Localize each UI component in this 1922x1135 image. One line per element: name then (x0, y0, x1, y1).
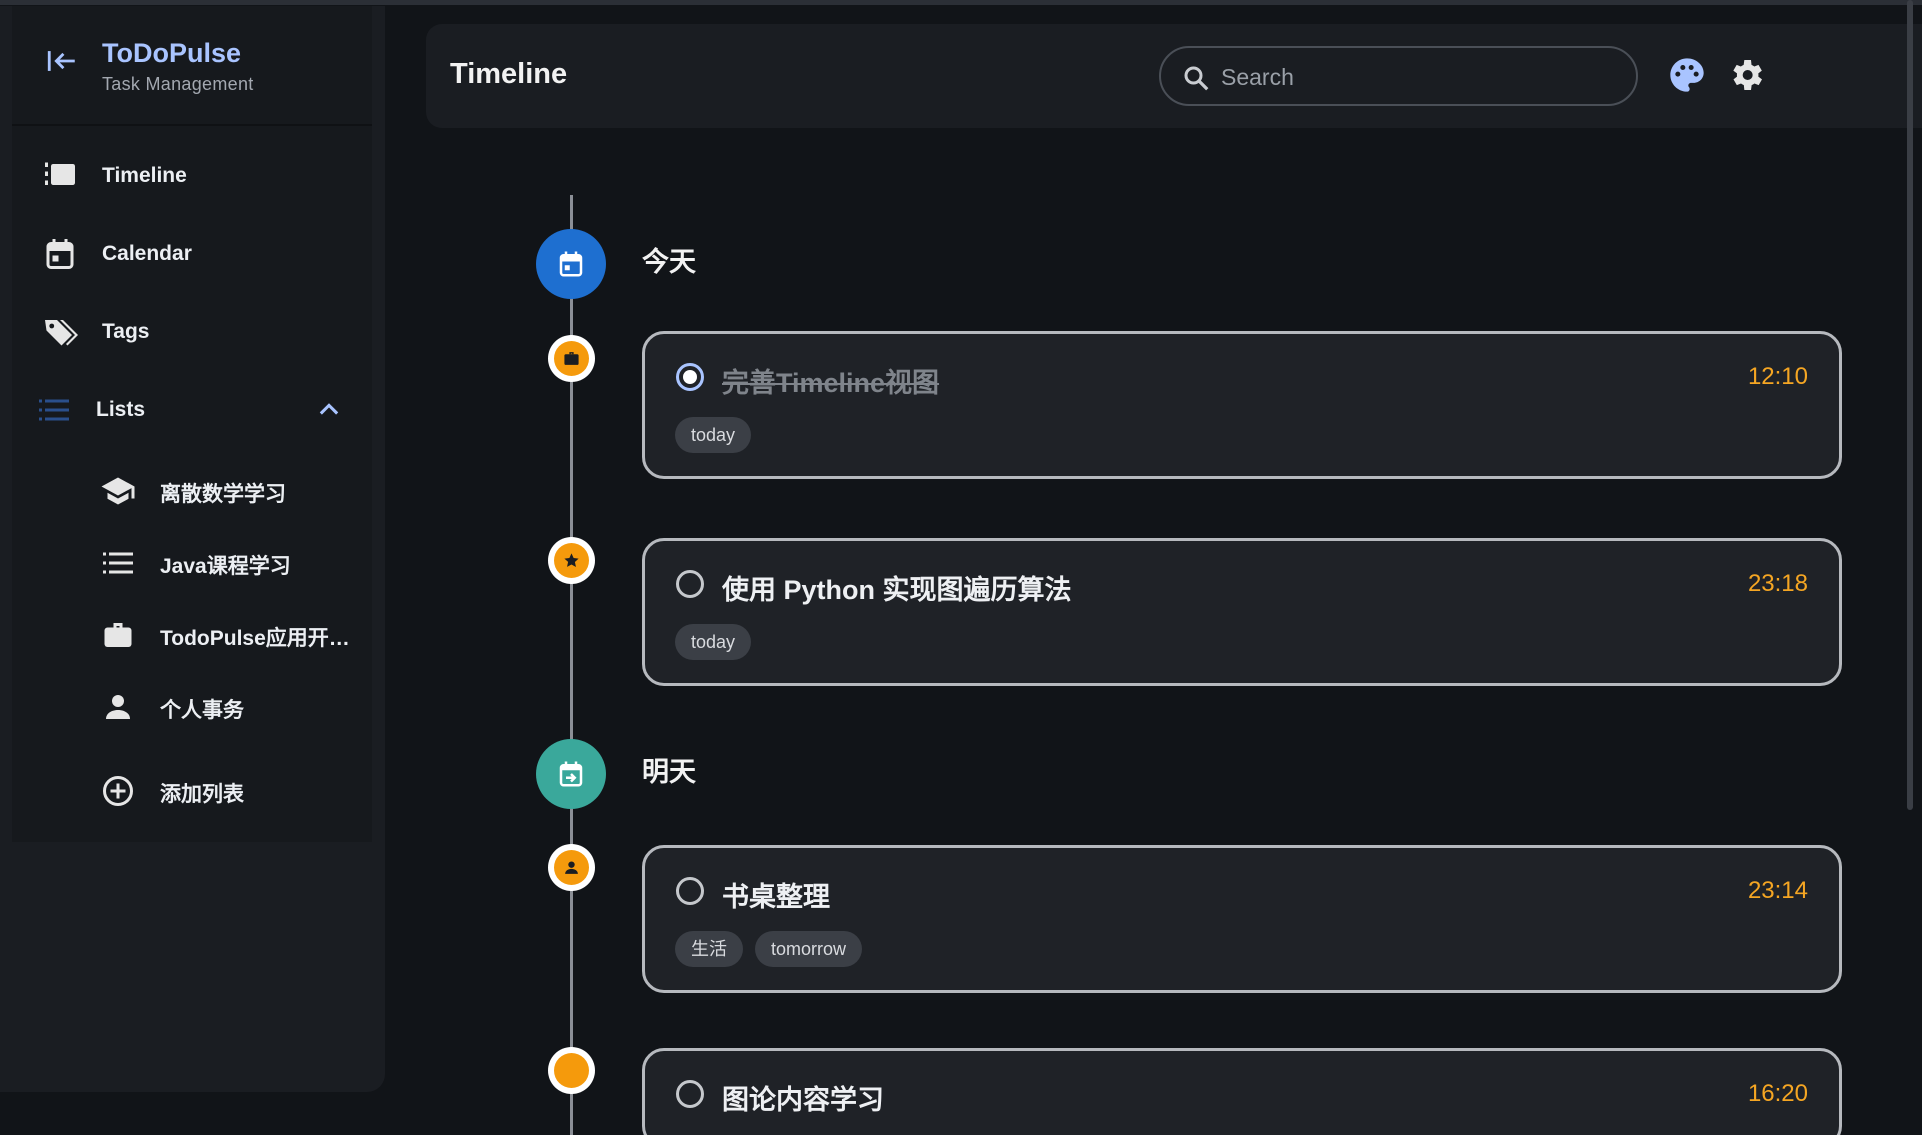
task-time: 23:18 (1747, 570, 1808, 597)
list-label: Java课程学习 (160, 555, 291, 578)
task-dot (548, 537, 595, 584)
chevron-up-icon[interactable] (315, 396, 343, 424)
task-complete-radio[interactable] (676, 877, 704, 905)
list-item-discrete-math[interactable]: 离散数学学习 (12, 459, 372, 521)
sidebar: ToDoPulse Task Management Timeline Calen… (0, 6, 385, 1092)
task-card[interactable]: 图论内容学习 16:20 (642, 1048, 1842, 1135)
briefcase-icon (564, 352, 579, 365)
app-title: ToDoPulse (102, 38, 242, 68)
briefcase-icon (104, 623, 132, 647)
task-title: 书桌整理 (722, 882, 830, 912)
nav-item-tags[interactable]: Tags (12, 300, 372, 362)
star-icon (564, 553, 579, 567)
nav-item-timeline[interactable]: Timeline (12, 144, 372, 206)
calendar-icon (46, 239, 74, 269)
task-complete-radio[interactable] (676, 1080, 704, 1108)
task-card[interactable]: 书桌整理 23:14 生活 tomorrow (642, 845, 1842, 993)
list-item-personal[interactable]: 个人事务 (12, 675, 372, 737)
list-icon (103, 552, 133, 574)
task-card[interactable]: 完善Timeline视图 12:10 today (642, 331, 1842, 479)
timeline-icon (45, 162, 75, 185)
task-dot (548, 335, 595, 382)
gear-icon[interactable] (1726, 55, 1766, 95)
page-title: Timeline (450, 58, 568, 90)
add-circle-icon (103, 776, 133, 806)
school-icon (101, 477, 135, 505)
person-icon (565, 861, 578, 874)
palette-icon[interactable] (1667, 55, 1707, 95)
task-complete-radio[interactable] (676, 570, 704, 598)
task-time: 23:14 (1747, 877, 1808, 904)
task-complete-radio[interactable] (676, 363, 704, 391)
task-title: 使用 Python 实现图遍历算法 (722, 575, 1072, 605)
task-card[interactable]: 使用 Python 实现图遍历算法 23:18 today (642, 538, 1842, 686)
tag-chip[interactable]: today (675, 624, 752, 660)
day-label-today: 今天 (642, 247, 696, 277)
list-item-java[interactable]: Java课程学习 (12, 531, 372, 593)
tag-chip[interactable]: today (675, 417, 752, 453)
task-dot (548, 844, 595, 891)
top-bar: Timeline (426, 24, 1922, 128)
scrollbar[interactable] (1907, 0, 1913, 810)
list-label: 离散数学学习 (160, 483, 286, 506)
calendar-today-icon (559, 251, 583, 277)
dot-icon (554, 1053, 589, 1088)
calendar-arrow-icon (559, 761, 583, 787)
app-subtitle: Task Management (102, 74, 254, 94)
task-time: 16:20 (1747, 1080, 1808, 1107)
task-title: 完善Timeline视图 (722, 368, 940, 398)
add-list-button[interactable]: 添加列表 (12, 759, 372, 821)
nav-label: Tags (102, 320, 150, 343)
tag-chip[interactable]: tomorrow (755, 931, 863, 967)
task-tags: 生活 tomorrow (675, 931, 863, 967)
day-label-tomorrow: 明天 (642, 757, 696, 787)
day-node-tomorrow (536, 739, 606, 809)
nav-item-calendar[interactable]: Calendar (12, 222, 372, 284)
search-input[interactable] (1221, 60, 1601, 94)
task-dot (548, 1047, 595, 1094)
brand-header: ToDoPulse Task Management (12, 6, 372, 126)
tags-icon (45, 320, 78, 346)
nav-label: Calendar (102, 242, 192, 265)
window-top-border (0, 0, 1922, 5)
list-item-todopulse[interactable]: TodoPulse应用开… (12, 603, 372, 665)
day-node-today (536, 229, 606, 299)
lists-label: Lists (96, 398, 146, 421)
nav-item-lists[interactable]: Lists (12, 378, 372, 440)
task-time: 12:10 (1747, 363, 1808, 390)
nav-label: Timeline (102, 164, 187, 187)
lists-icon (39, 399, 69, 421)
task-tags: today (675, 417, 752, 453)
list-label: 个人事务 (160, 699, 244, 722)
collapse-sidebar-icon[interactable] (45, 44, 79, 78)
list-label: TodoPulse应用开… (160, 627, 350, 650)
tag-chip[interactable]: 生活 (675, 931, 743, 967)
search-icon (1184, 66, 1209, 91)
list-label: 添加列表 (160, 783, 244, 806)
task-title: 图论内容学习 (722, 1085, 884, 1115)
search-box[interactable] (1159, 46, 1638, 106)
person-icon (106, 695, 130, 719)
task-tags: today (675, 624, 752, 660)
